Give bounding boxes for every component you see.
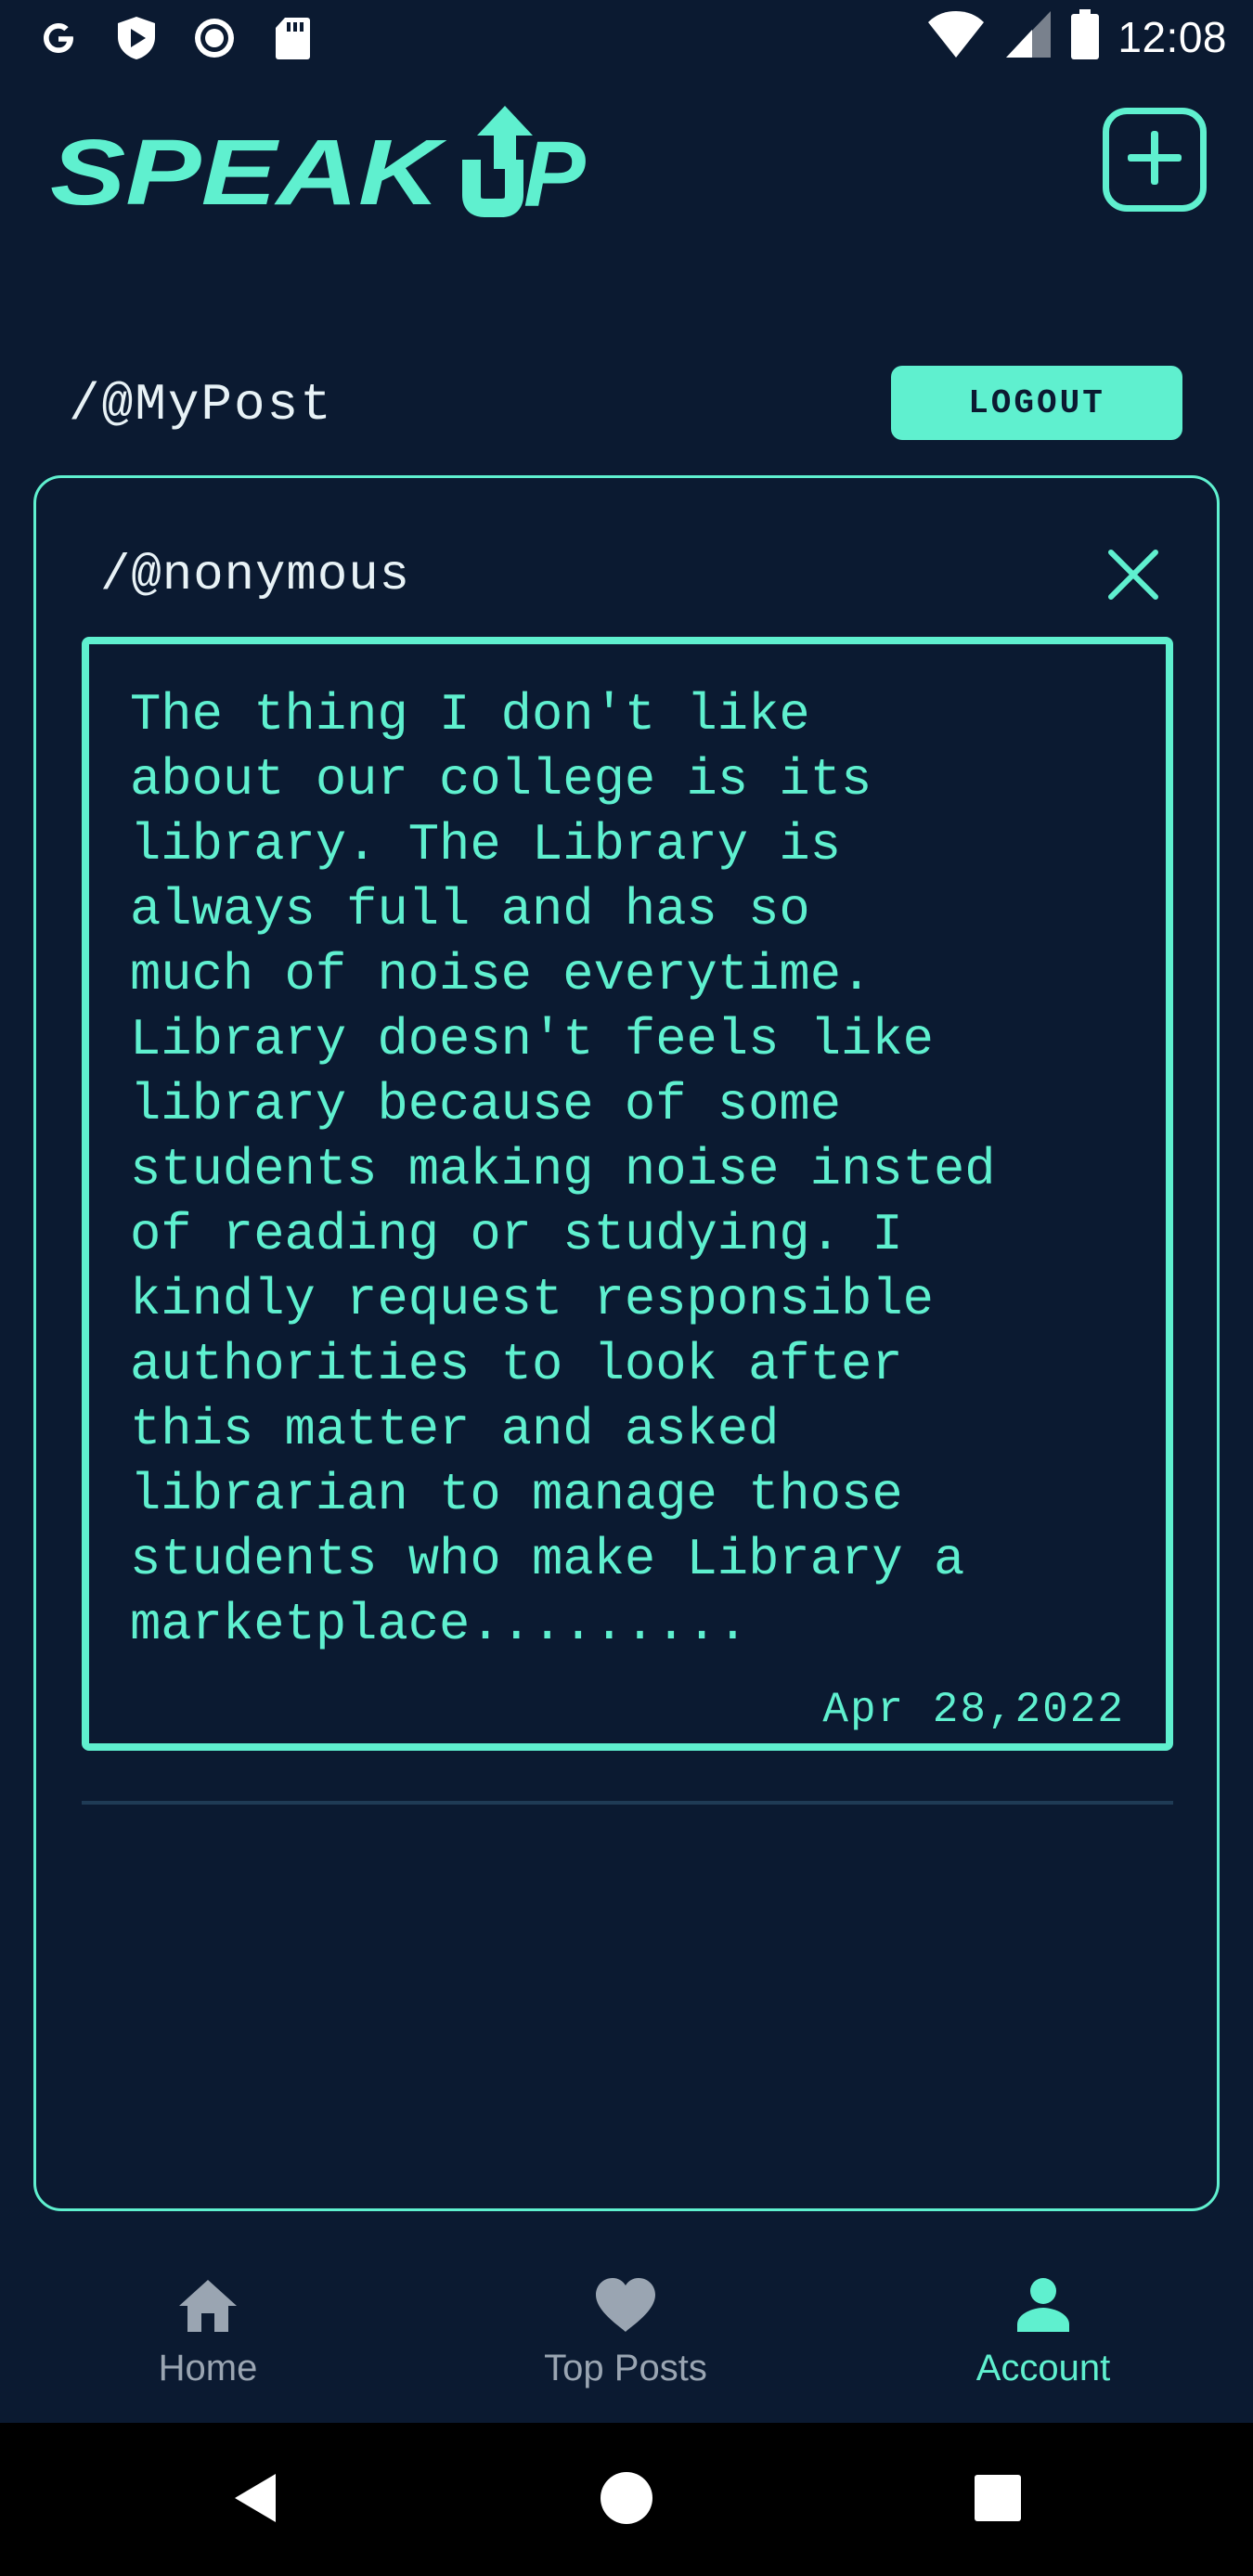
nav-top-posts[interactable]: Top Posts [486, 2276, 765, 2415]
record-icon [189, 13, 239, 63]
my-post-title: /@MyPost [69, 375, 333, 434]
speak-up-logo: SPEAK P [48, 93, 661, 227]
person-icon [1014, 2276, 1073, 2338]
nav-home[interactable]: Home [69, 2276, 347, 2415]
google-icon [33, 13, 84, 63]
play-protect-icon [111, 13, 161, 63]
bottom-navigation: Home Top Posts Account [0, 2239, 1253, 2423]
divider [82, 1801, 1173, 1805]
nav-account-label: Account [975, 2348, 1111, 2388]
add-post-button[interactable] [1103, 108, 1207, 212]
post-date: Apr 28,2022 [822, 1686, 1125, 1734]
back-button[interactable] [223, 2467, 288, 2532]
nav-top-posts-label: Top Posts [544, 2348, 707, 2388]
wifi-icon [926, 9, 986, 64]
system-navigation-bar [0, 2423, 1253, 2576]
status-bar: 12:08 [0, 0, 1253, 78]
nav-home-label: Home [158, 2348, 258, 2388]
delete-post-button[interactable] [1101, 544, 1166, 609]
close-icon [1105, 547, 1161, 607]
logout-button[interactable]: LOGOUT [891, 366, 1182, 440]
heart-icon [592, 2276, 659, 2338]
nav-account[interactable]: Account [904, 2276, 1182, 2415]
sd-card-icon [267, 13, 317, 63]
clock-time: 12:08 [1117, 12, 1227, 61]
home-icon [175, 2276, 240, 2338]
post-card: The thing I don't like about our college… [82, 637, 1173, 1751]
back-triangle-icon [229, 2470, 281, 2531]
svg-text:P: P [523, 123, 586, 223]
battery-icon [1071, 9, 1100, 64]
home-system-button[interactable] [594, 2467, 659, 2532]
recents-button[interactable] [965, 2467, 1030, 2532]
status-left-icons [33, 13, 317, 63]
post-body: The thing I don't like about our college… [130, 686, 996, 1654]
recents-square-icon [973, 2473, 1023, 2528]
plus-icon [1122, 125, 1187, 195]
status-right-icons: 12:08 [926, 9, 1227, 64]
post-author: /@nonymous [100, 548, 411, 604]
home-circle-icon [600, 2471, 653, 2530]
signal-icon [1004, 9, 1053, 64]
svg-text:SPEAK: SPEAK [50, 121, 447, 223]
